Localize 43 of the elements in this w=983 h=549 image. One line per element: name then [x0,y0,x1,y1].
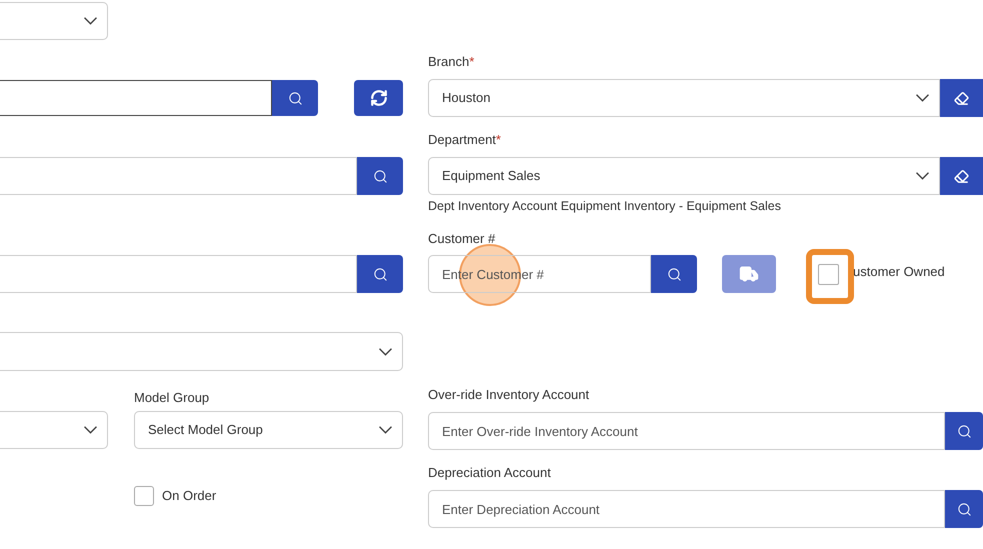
refresh-button[interactable] [354,80,403,116]
department-dropdown[interactable]: Equipment Sales [428,157,940,195]
field-label: Over-ride Inventory Account [428,386,590,404]
truck-icon [739,264,759,284]
checkbox-label: On Order [162,487,216,506]
chevron-icon [379,348,392,356]
search-button[interactable] [945,490,983,528]
dropdown-field[interactable] [0,332,403,371]
field-label: Depreciation Account [428,464,552,482]
field-label: Branch* [428,53,476,71]
dropdown-field[interactable] [0,411,108,449]
chevron-icon [84,17,97,25]
search-button[interactable] [357,255,403,293]
chevron-icon [916,172,929,180]
model-group-dropdown[interactable]: Select Model Group [134,411,403,449]
clear-button[interactable] [940,157,983,195]
search-icon [956,424,972,438]
search-button[interactable] [945,412,983,450]
search-button[interactable] [272,80,318,116]
search-icon [288,90,302,106]
checkbox-label: ustomer Owned [853,263,945,282]
eraser-icon [954,90,969,106]
field-label: Model Group [134,389,210,407]
search-button[interactable] [357,157,403,195]
search-icon [666,266,682,282]
field-label: Department* [428,131,502,149]
search-icon [372,168,388,184]
branch-dropdown[interactable]: Houston [428,79,940,117]
checkbox[interactable] [134,486,154,506]
chevron-icon [916,94,929,102]
help-text: Dept Inventory Account Equipment Inventory - Equipment Sales [428,198,782,215]
search-icon [956,502,972,516]
refresh-icon [370,89,388,107]
checkbox[interactable] [818,264,839,284]
chevron-icon [84,426,97,434]
input-field[interactable] [0,80,272,116]
chevron-icon [379,426,392,434]
search-button[interactable] [651,255,697,293]
dropdown-field[interactable] [0,2,108,40]
search-icon [372,266,388,282]
clear-button[interactable] [940,79,983,117]
field-label: Customer # [428,230,496,248]
eraser-icon [954,168,969,184]
